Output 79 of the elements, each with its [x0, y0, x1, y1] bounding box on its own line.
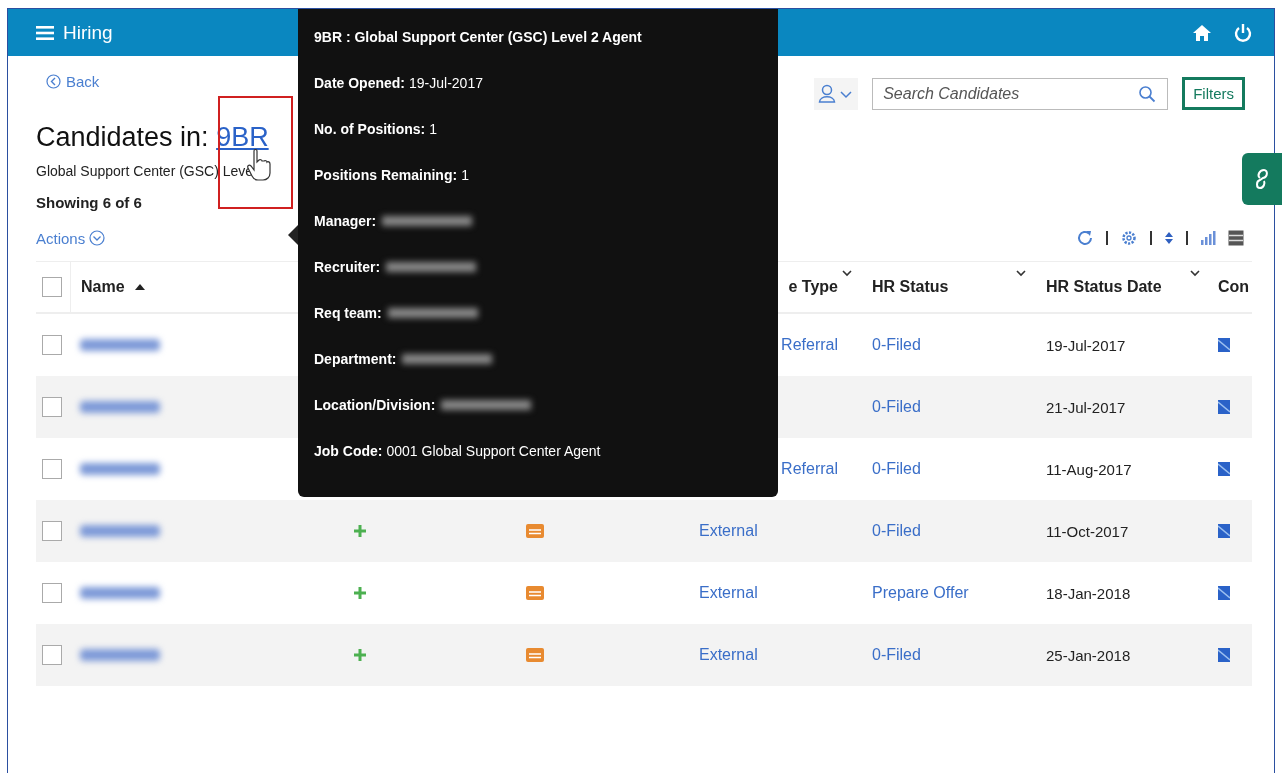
hr-status-link[interactable]: 0-Filed: [872, 460, 921, 478]
row-checkbox[interactable]: [42, 397, 62, 417]
select-all-checkbox[interactable]: [42, 277, 62, 297]
plus-icon[interactable]: [354, 587, 366, 599]
column-header[interactable]: HR Status: [872, 278, 949, 296]
chevron-down-icon[interactable]: [1016, 270, 1026, 277]
source-link[interactable]: Referral: [781, 460, 838, 478]
menu-icon[interactable]: [36, 25, 54, 40]
date-text: 21-Jul-2017: [1046, 398, 1126, 416]
hr-status-link[interactable]: 0-Filed: [872, 646, 921, 664]
row-checkbox[interactable]: [42, 459, 62, 479]
back-circle-icon: [46, 74, 61, 89]
chevron-down-icon[interactable]: [842, 270, 852, 277]
row-checkbox[interactable]: [42, 521, 62, 541]
actions-menu[interactable]: Actions: [36, 229, 106, 247]
home-icon[interactable]: [1192, 23, 1212, 42]
back-link[interactable]: Back: [46, 73, 100, 90]
page-heading: Candidates in:: [36, 122, 210, 153]
field-label: No. of Positions:: [314, 121, 426, 137]
document-icon[interactable]: [1218, 648, 1230, 662]
source-link[interactable]: External: [699, 522, 758, 540]
column-header[interactable]: Con: [1218, 278, 1250, 296]
card-icon[interactable]: [526, 586, 544, 600]
source-link[interactable]: External: [699, 646, 758, 664]
field-value: 0001 Global Support Center Agent: [386, 443, 601, 459]
field-value: 19-Jul-2017: [409, 75, 483, 91]
tooltip-title: 9BR : Global Support Center (GSC) Level 2 Agent: [314, 29, 642, 45]
chevron-circle-icon: [89, 230, 106, 246]
result-count: Showing 6 of 6: [36, 194, 143, 211]
chevron-down-icon[interactable]: [1190, 270, 1200, 277]
field-label: Manager:: [314, 213, 377, 229]
table-view-icon[interactable]: [1228, 230, 1244, 246]
field-label: Department:: [314, 351, 397, 367]
column-header[interactable]: e Type: [788, 278, 838, 296]
date-text: 11-Oct-2017: [1046, 522, 1129, 540]
side-tab[interactable]: [1242, 153, 1282, 205]
card-icon[interactable]: [526, 648, 544, 662]
field-label: Recruiter:: [314, 259, 381, 275]
field-label: Location/Division:: [314, 397, 436, 413]
row-checkbox[interactable]: [42, 335, 62, 355]
date-text: 25-Jan-2018: [1046, 646, 1131, 664]
field-label: Positions Remaining:: [314, 167, 458, 183]
document-icon[interactable]: [1218, 338, 1230, 352]
hr-status-link[interactable]: 0-Filed: [872, 336, 921, 354]
user-filter-button[interactable]: [814, 77, 859, 110]
sort-icon[interactable]: [1164, 231, 1174, 245]
field-label: Date Opened:: [314, 75, 405, 91]
settings-icon[interactable]: [1120, 229, 1138, 247]
refresh-icon[interactable]: [1076, 229, 1094, 247]
field-value: 1: [461, 167, 469, 183]
column-header[interactable]: Name: [81, 278, 125, 296]
search-icon[interactable]: [1138, 84, 1157, 103]
document-icon[interactable]: [1218, 586, 1230, 600]
field-label: Job Code:: [314, 443, 383, 459]
card-icon[interactable]: [526, 524, 544, 538]
document-icon[interactable]: [1218, 524, 1230, 538]
row-checkbox[interactable]: [42, 645, 62, 665]
field-value: 1: [429, 121, 437, 137]
link-icon: [1255, 168, 1269, 190]
date-text: 18-Jan-2018: [1046, 584, 1131, 602]
search-field[interactable]: Search Candidates: [872, 77, 1169, 110]
document-icon[interactable]: [1218, 462, 1230, 476]
column-header[interactable]: HR Status Date: [1046, 278, 1162, 296]
document-icon[interactable]: [1218, 400, 1230, 414]
date-text: 11-Aug-2017: [1046, 460, 1132, 478]
filters-button[interactable]: Filters: [1182, 77, 1245, 110]
hr-status-link[interactable]: Prepare Offer: [872, 584, 969, 602]
hr-status-link[interactable]: 0-Filed: [872, 522, 921, 540]
source-link[interactable]: External: [699, 584, 758, 602]
power-icon[interactable]: [1234, 23, 1252, 42]
row-checkbox[interactable]: [42, 583, 62, 603]
bar-chart-icon[interactable]: [1200, 230, 1216, 246]
plus-icon[interactable]: [354, 649, 366, 661]
source-link[interactable]: Referral: [781, 336, 838, 354]
app-title: Hiring: [63, 21, 113, 44]
field-label: Req team:: [314, 305, 382, 321]
plus-icon[interactable]: [354, 525, 366, 537]
hr-status-link[interactable]: 0-Filed: [872, 398, 921, 416]
date-text: 19-Jul-2017: [1046, 336, 1126, 354]
